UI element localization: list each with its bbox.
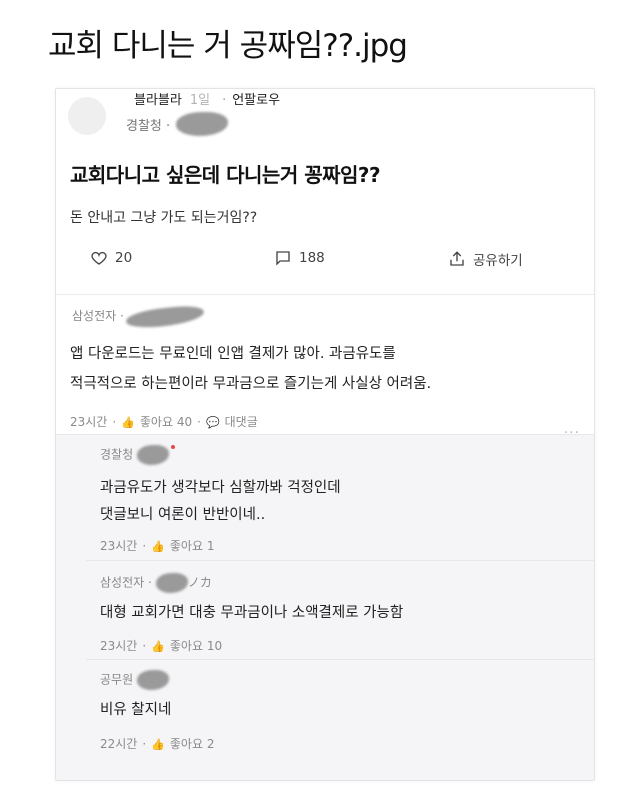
avatar[interactable] (68, 97, 106, 135)
company-label: 경찰청 (126, 119, 162, 134)
comment-icon (276, 251, 290, 266)
reply-body: 과금유도가 생각보다 심할까봐 걱정인데 댓글보니 여론이 반반이네.. (100, 475, 341, 529)
company-suffix: ノカ (187, 575, 212, 590)
divider (86, 659, 594, 660)
post-title: 교회다니고 싶은데 다니는거 꽁짜임?? (70, 163, 381, 187)
thumbs-up-icon[interactable]: 👍 (121, 416, 135, 429)
reply-line: 댓글보니 여론이 반반이네.. (100, 507, 266, 523)
comment-body: 앱 다운로드는 무료인데 인앱 결제가 많아. 과금유도를 적극적으로 하는편이… (70, 339, 431, 399)
separator-dot: · (222, 93, 227, 108)
thumbs-up-icon[interactable]: 👍 (151, 540, 165, 553)
author-company: 경찰청 · (126, 111, 229, 136)
comment-line: 적극적으로 하는편이라 무과금으로 즐기는게 사실상 어려움. (70, 376, 432, 392)
reply-line: 비유 찰지네 (100, 702, 172, 718)
reply-like-button[interactable]: 좋아요 10 (170, 639, 222, 653)
comment: 삼성전자 · 앱 다운로드는 무료인데 인앱 결제가 많아. 과금유도를 적극적… (56, 294, 594, 437)
share-label: 공유하기 (473, 253, 523, 269)
reply-body: 대형 교회가면 대충 무과금이나 소액결제로 가능함 (100, 600, 403, 627)
company-label: 경찰청 (100, 447, 134, 462)
reply-line: 대형 교회가면 대충 무과금이나 소액결제로 가능함 (100, 605, 404, 621)
reply-company: 공무원 (100, 670, 170, 690)
redaction-smudge (137, 670, 170, 690)
reply-time: 23시간 (100, 639, 138, 653)
thumbs-up-icon[interactable]: 👍 (151, 738, 165, 751)
redaction-smudge (155, 573, 188, 593)
comment-time: 23시간 (70, 415, 108, 429)
company-label: 공무원 (100, 672, 134, 687)
unfollow-button[interactable]: 언팔로우 (232, 93, 280, 108)
redaction-smudge (125, 303, 205, 330)
reply-time: 22시간 (100, 737, 138, 751)
page-title: 교회 다니는 거 공짜임??.jpg (48, 28, 408, 64)
thumbs-up-icon[interactable]: 👍 (151, 640, 165, 653)
author-row: 블라블라 1일 · 언팔로우 (134, 89, 280, 108)
comment-meta: 23시간 · 👍 좋아요 40 · 💬 대댓글 (70, 415, 258, 429)
reply-time: 23시간 (100, 539, 138, 553)
reply-icon[interactable]: 💬 (206, 416, 220, 429)
comment-like-button[interactable]: 좋아요 40 (140, 415, 192, 429)
company-label: 삼성전자 (100, 575, 145, 590)
reply-button[interactable]: 대댓글 (225, 415, 258, 429)
heart-icon (91, 251, 107, 265)
replies-section: 경찰청 과금유도가 생각보다 심할까봐 걱정인데 댓글보니 여론이 반반이네..… (56, 434, 594, 780)
redaction-smudge (137, 445, 170, 465)
comment-count: 188 (299, 250, 325, 266)
divider (86, 560, 594, 561)
reply-body: 비유 찰지네 (100, 697, 171, 724)
reply-meta: 23시간 · 👍 좋아요 10 (100, 639, 223, 653)
post-actions: 20 188 공유하기 (56, 249, 594, 279)
new-badge-dot (171, 445, 176, 449)
comment-button[interactable]: 188 (274, 249, 325, 267)
post-body: 돈 안내고 그냥 가도 되는거임?? (70, 210, 258, 226)
post: 블라블라 1일 · 언팔로우 경찰청 · 교회다니고 싶은데 다니는거 꽁짜임?? 돈… (56, 89, 594, 287)
reply-meta: 23시간 · 👍 좋아요 1 (100, 539, 215, 553)
redaction-smudge (176, 111, 229, 136)
post-card: 블라블라 1일 · 언팔로우 경찰청 · 교회다니고 싶은데 다니는거 꽁짜임?? 돈… (55, 88, 595, 781)
reply-meta: 22시간 · 👍 좋아요 2 (100, 737, 215, 751)
reply-line: 과금유도가 생각보다 심할까봐 걱정인데 (100, 480, 341, 496)
reply-company: 삼성전자 · ノカ (100, 573, 212, 593)
comment-line: 앱 다운로드는 무료인데 인앱 결제가 많아. 과금유도를 (70, 346, 396, 362)
post-time: 1일 (189, 93, 211, 108)
like-count: 20 (115, 250, 133, 266)
reply-like-button[interactable]: 좋아요 2 (170, 737, 215, 751)
comment-company: 삼성전자 · (72, 303, 205, 330)
company-label: 삼성전자 (72, 309, 117, 323)
reply-company: 경찰청 (100, 445, 176, 465)
like-button[interactable]: 20 (90, 249, 132, 267)
reply-like-button[interactable]: 좋아요 1 (170, 539, 215, 553)
author-name[interactable]: 블라블라 (134, 93, 182, 108)
share-icon (450, 251, 464, 266)
share-button[interactable]: 공유하기 (448, 249, 523, 269)
